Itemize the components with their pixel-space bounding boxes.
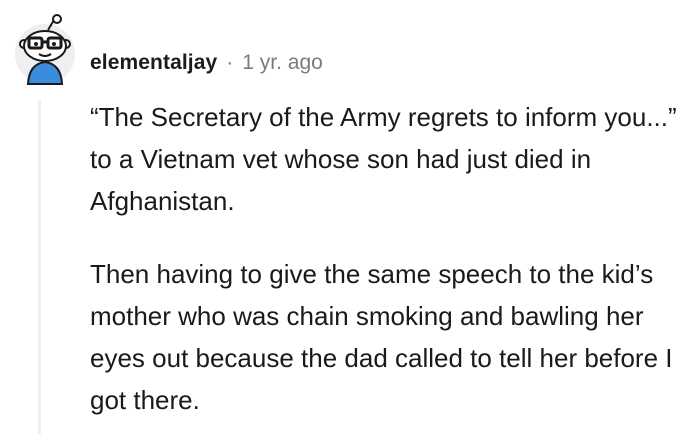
comment-paragraph: Then having to give the same speech to t…	[90, 259, 673, 415]
comment-meta: elementaljay · 1 yr. ago	[90, 46, 323, 80]
user-avatar-icon[interactable]	[14, 14, 76, 88]
thread-collapse-line[interactable]	[38, 100, 41, 434]
comment-timestamp[interactable]: 1 yr. ago	[242, 51, 323, 75]
comment-paragraph: “The Secretary of the Army regrets to in…	[90, 102, 677, 216]
author-username[interactable]: elementaljay	[90, 51, 217, 75]
meta-separator: ·	[226, 51, 234, 74]
comment-body: “The Secretary of the Army regrets to in…	[90, 96, 690, 421]
comment: elementaljay · 1 yr. ago “The Secretary …	[0, 0, 700, 434]
